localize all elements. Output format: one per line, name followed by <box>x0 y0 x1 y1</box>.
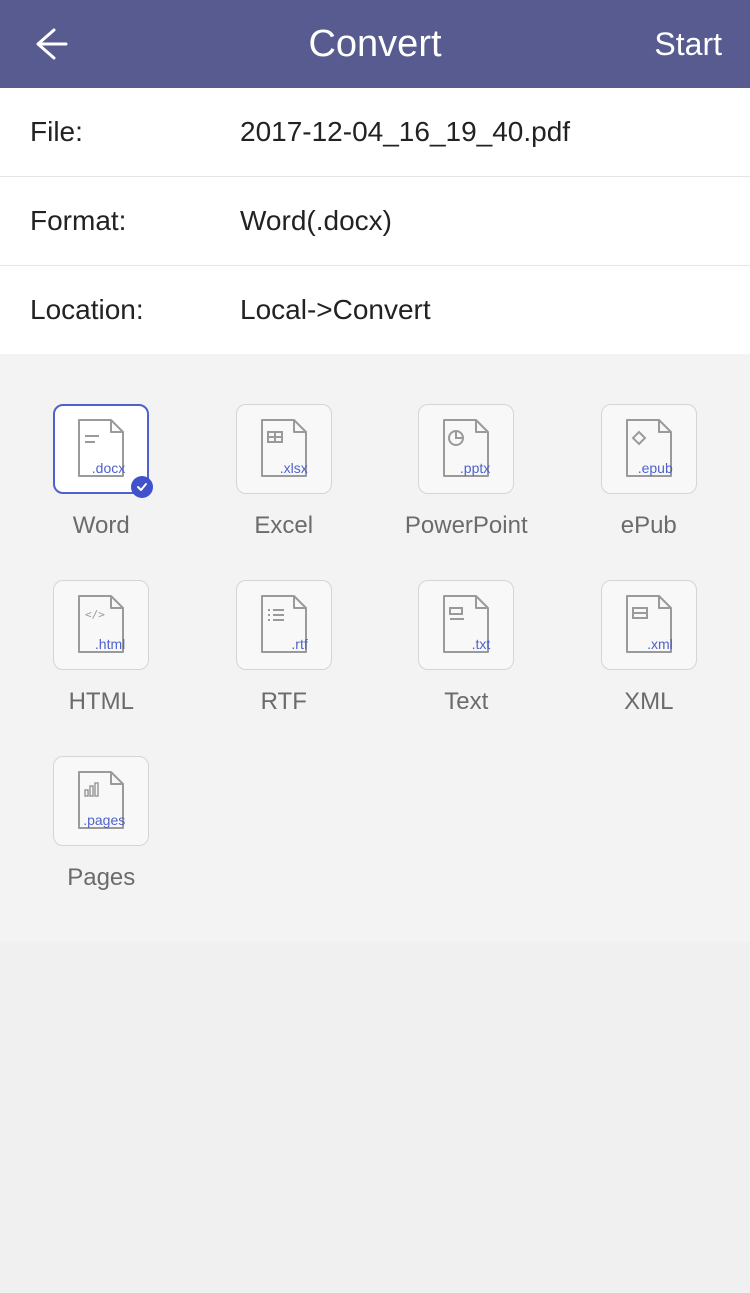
format-label: Word <box>73 512 130 540</box>
format-tile: .epub <box>601 404 697 494</box>
location-value: Local->Convert <box>240 294 720 326</box>
document-icon: .xml <box>621 594 677 656</box>
location-label: Location: <box>30 294 240 326</box>
format-grid-area: .docxWord .xlsxExcel .pptxPowerPoint .ep… <box>0 354 750 942</box>
format-tile: .txt <box>418 580 514 670</box>
format-tile: .xlsx <box>236 404 332 494</box>
format-option-text[interactable]: .txt Text <box>411 580 521 716</box>
format-option-epub[interactable]: .epub ePub <box>594 404 704 540</box>
format-extension: .xml <box>647 636 673 652</box>
format-label: PowerPoint <box>405 512 528 540</box>
format-tile: .docx <box>53 404 149 494</box>
document-icon: </> .html <box>73 594 129 656</box>
page-title: Convert <box>0 23 750 66</box>
info-row-file: File: 2017-12-04_16_19_40.pdf <box>0 88 750 177</box>
format-extension: .pages <box>83 812 125 828</box>
format-label: XML <box>624 688 673 716</box>
format-extension: .pptx <box>460 460 490 476</box>
selected-check-icon <box>131 476 153 498</box>
format-extension: .txt <box>472 636 491 652</box>
format-label: HTML <box>69 688 134 716</box>
file-label: File: <box>30 116 240 148</box>
document-icon: .xlsx <box>256 418 312 480</box>
format-label: Excel <box>254 512 313 540</box>
format-tile: .xml <box>601 580 697 670</box>
document-icon: .rtf <box>256 594 312 656</box>
back-arrow-icon <box>30 24 70 64</box>
back-button[interactable] <box>28 22 72 66</box>
format-tile: </> .html <box>53 580 149 670</box>
format-extension: .html <box>95 636 125 652</box>
format-tile: .rtf <box>236 580 332 670</box>
document-icon: .txt <box>438 594 494 656</box>
format-label: Pages <box>67 864 135 892</box>
format-option-xml[interactable]: .xml XML <box>594 580 704 716</box>
document-icon: .pages <box>73 770 129 832</box>
format-option-html[interactable]: </> .html HTML <box>46 580 156 716</box>
format-value: Word(.docx) <box>240 205 720 237</box>
document-icon: .pptx <box>438 418 494 480</box>
format-label: Format: <box>30 205 240 237</box>
format-extension: .docx <box>92 460 125 476</box>
format-label: Text <box>444 688 488 716</box>
file-value: 2017-12-04_16_19_40.pdf <box>240 116 720 148</box>
info-section: File: 2017-12-04_16_19_40.pdf Format: Wo… <box>0 88 750 354</box>
document-icon: .epub <box>621 418 677 480</box>
format-option-powerpoint[interactable]: .pptxPowerPoint <box>411 404 521 540</box>
format-extension: .epub <box>638 460 673 476</box>
format-label: ePub <box>621 512 677 540</box>
format-option-word[interactable]: .docx Word <box>46 404 156 540</box>
document-icon: .docx <box>73 418 129 480</box>
info-row-format: Format: Word(.docx) <box>0 177 750 266</box>
format-extension: .xlsx <box>280 460 308 476</box>
format-option-pages[interactable]: .pages Pages <box>46 756 156 892</box>
info-row-location: Location: Local->Convert <box>0 266 750 354</box>
format-tile: .pptx <box>418 404 514 494</box>
format-grid: .docxWord .xlsxExcel .pptxPowerPoint .ep… <box>40 404 710 892</box>
format-extension: .rtf <box>291 636 307 652</box>
header-bar: Convert Start <box>0 0 750 88</box>
svg-text:</>: </> <box>85 608 105 621</box>
format-tile: .pages <box>53 756 149 846</box>
format-label: RTF <box>261 688 307 716</box>
format-option-rtf[interactable]: .rtf RTF <box>229 580 339 716</box>
start-button[interactable]: Start <box>654 26 722 63</box>
format-option-excel[interactable]: .xlsx Excel <box>229 404 339 540</box>
